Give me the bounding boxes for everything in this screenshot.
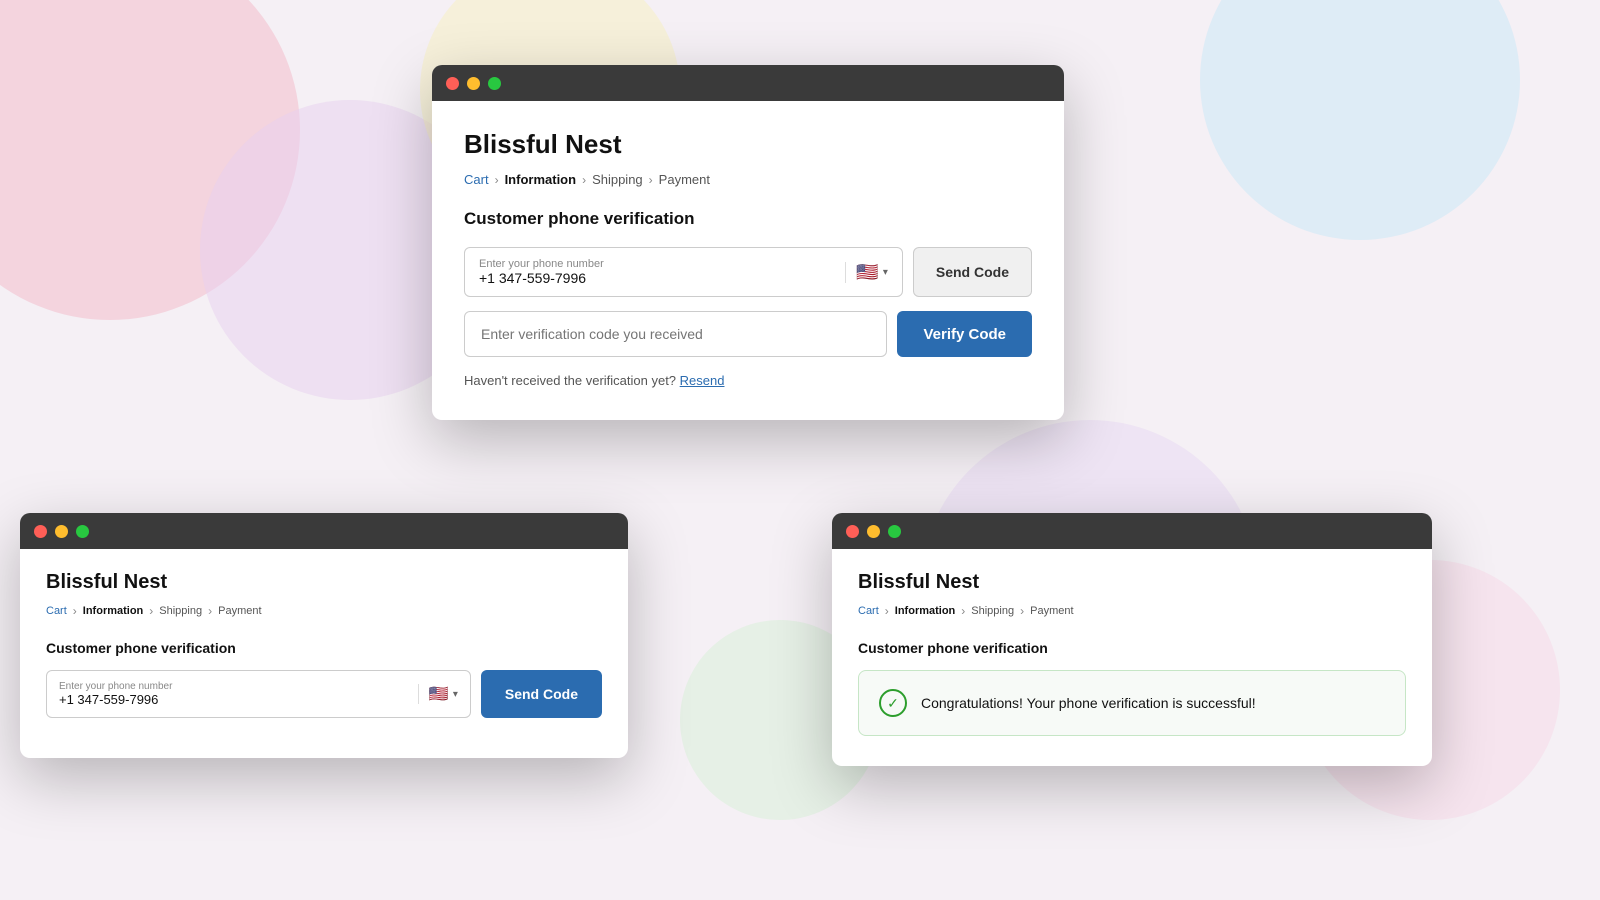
success-message: Congratulations! Your phone verification… (921, 695, 1256, 711)
chevron-down-icon: ▾ (883, 267, 888, 278)
bl-sep-3: › (208, 604, 212, 618)
verify-row: Verify Code (464, 311, 1032, 357)
minimize-button[interactable] (467, 77, 480, 90)
br-minimize-button[interactable] (867, 525, 880, 538)
bl-minimize-button[interactable] (55, 525, 68, 538)
br-sep-1: › (885, 604, 889, 618)
br-sep-2: › (961, 604, 965, 618)
verification-code-input[interactable] (464, 311, 887, 357)
bl-breadcrumb-information: Information (83, 605, 144, 617)
bl-flag-dropdown[interactable]: 🇺🇸 ▾ (418, 684, 458, 704)
phone-row: Enter your phone number +1 347-559-7996 … (464, 247, 1032, 297)
resend-link[interactable]: Resend (680, 373, 725, 388)
bottom-left-titlebar (20, 513, 628, 549)
bl-sep-2: › (149, 604, 153, 618)
bl-breadcrumb-shipping: Shipping (159, 605, 202, 617)
bl-sep-1: › (73, 604, 77, 618)
bl-app-title: Blissful Nest (46, 571, 602, 594)
bl-send-code-button[interactable]: Send Code (481, 670, 602, 718)
breadcrumb-cart[interactable]: Cart (464, 172, 489, 187)
resend-text: Haven't received the verification yet? R… (464, 373, 1032, 388)
bl-phone-label: Enter your phone number (59, 681, 410, 692)
app-title: Blissful Nest (464, 129, 1032, 160)
phone-value: +1 347-559-7996 (479, 270, 837, 286)
br-section-title: Customer phone verification (858, 640, 1406, 656)
close-button[interactable] (446, 77, 459, 90)
phone-input-wrapper[interactable]: Enter your phone number +1 347-559-7996 … (464, 247, 903, 297)
breadcrumb-sep-3: › (649, 173, 653, 187)
bl-phone-text-group: Enter your phone number +1 347-559-7996 (59, 681, 410, 707)
verify-code-button[interactable]: Verify Code (897, 311, 1032, 357)
bl-breadcrumb: Cart › Information › Shipping › Payment (46, 604, 602, 618)
breadcrumb: Cart › Information › Shipping › Payment (464, 172, 1032, 187)
success-icon: ✓ (879, 689, 907, 717)
br-breadcrumb: Cart › Information › Shipping › Payment (858, 604, 1406, 618)
success-banner: ✓ Congratulations! Your phone verificati… (858, 670, 1406, 736)
bl-maximize-button[interactable] (76, 525, 89, 538)
br-maximize-button[interactable] (888, 525, 901, 538)
bl-phone-input-wrapper[interactable]: Enter your phone number +1 347-559-7996 … (46, 670, 471, 718)
bottom-right-titlebar (832, 513, 1432, 549)
section-title: Customer phone verification (464, 209, 1032, 229)
send-code-button[interactable]: Send Code (913, 247, 1032, 297)
maximize-button[interactable] (488, 77, 501, 90)
resend-static-text: Haven't received the verification yet? (464, 373, 676, 388)
bottom-left-window: Blissful Nest Cart › Information › Shipp… (20, 513, 628, 758)
bl-section-title: Customer phone verification (46, 640, 602, 656)
br-breadcrumb-information: Information (895, 605, 956, 617)
bottom-right-window: Blissful Nest Cart › Information › Shipp… (832, 513, 1432, 766)
bl-phone-value: +1 347-559-7996 (59, 692, 410, 707)
phone-label: Enter your phone number (479, 258, 837, 270)
br-breadcrumb-payment: Payment (1030, 605, 1073, 617)
phone-text-group: Enter your phone number +1 347-559-7996 (479, 258, 837, 286)
main-window: Blissful Nest Cart › Information › Shipp… (432, 65, 1064, 420)
br-breadcrumb-cart[interactable]: Cart (858, 605, 879, 617)
main-titlebar (432, 65, 1064, 101)
bl-breadcrumb-payment: Payment (218, 605, 261, 617)
bl-close-button[interactable] (34, 525, 47, 538)
bl-phone-row: Enter your phone number +1 347-559-7996 … (46, 670, 602, 718)
br-app-title: Blissful Nest (858, 571, 1406, 594)
bg-circle-4 (1200, 0, 1520, 240)
br-sep-3: › (1020, 604, 1024, 618)
us-flag-icon: 🇺🇸 (856, 262, 878, 283)
flag-dropdown[interactable]: 🇺🇸 ▾ (845, 262, 887, 283)
br-close-button[interactable] (846, 525, 859, 538)
br-breadcrumb-shipping: Shipping (971, 605, 1014, 617)
breadcrumb-sep-1: › (495, 173, 499, 187)
bl-chevron-down-icon: ▾ (453, 689, 458, 700)
breadcrumb-information: Information (505, 172, 577, 187)
breadcrumb-sep-2: › (582, 173, 586, 187)
breadcrumb-payment: Payment (659, 172, 710, 187)
bl-breadcrumb-cart[interactable]: Cart (46, 605, 67, 617)
breadcrumb-shipping: Shipping (592, 172, 643, 187)
bl-us-flag-icon: 🇺🇸 (429, 684, 449, 704)
